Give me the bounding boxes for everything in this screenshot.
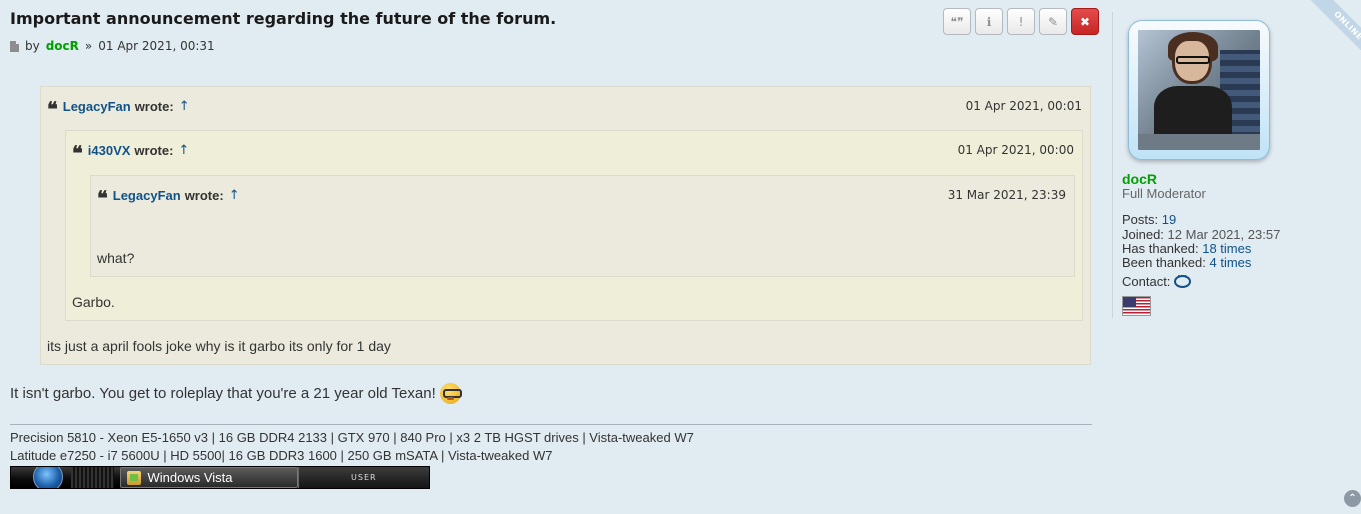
profile-name[interactable]: docR [1122,171,1157,187]
quote-header: ❝ LegacyFan wrote: ↑ 01 Apr 2021, 00:01 [47,97,1082,121]
meta-by: by [25,39,40,53]
been-thanked-label: Been thanked: [1122,255,1206,270]
post: Important announcement regarding the fut… [0,0,1361,514]
taskbar-user: USER [297,467,429,488]
quote-source-link[interactable]: ↑ [229,188,240,203]
post-author[interactable]: docR [46,39,79,53]
info-button[interactable]: ℹ [975,8,1003,35]
profile-contact: Contact: [1122,271,1192,289]
taskbar-label: Windows Vista [147,470,233,485]
quote-body: its just a april fools joke why is it ga… [47,338,391,354]
scroll-top-icon[interactable]: ⌃ [1344,490,1361,507]
nerd-face-icon [439,383,462,404]
edit-button[interactable]: ✎ [1039,8,1067,35]
online-status: ONLINE [1306,0,1361,62]
been-thanked-count[interactable]: 4 times [1209,255,1251,270]
message-text: It isn't garbo. You get to roleplay that… [10,385,436,402]
quote-mark-icon: ❝ [72,141,83,165]
contact-bubble-icon[interactable] [1174,271,1192,288]
quote-header: ❝ LegacyFan wrote: ↑ 31 Mar 2021, 23:39 [97,186,1066,210]
quote-author[interactable]: i430VX [88,143,131,158]
contact-label: Contact: [1122,274,1171,289]
signature-line-2: Latitude e7250 - i7 5600U | HD 5500| 16 … [10,448,553,463]
online-ribbon: ONLINE [1300,0,1361,62]
posts-count[interactable]: 19 [1162,212,1176,227]
quote-header: ❝ i430VX wrote: ↑ 01 Apr 2021, 00:00 [72,141,1074,165]
quote-body: Garbo. [72,294,115,310]
signature-taskbar-image: Windows Vista USER [10,466,430,489]
report-icon: ! [1018,14,1024,29]
quote-source-link[interactable]: ↑ [178,143,189,158]
quote-wrote: wrote: [134,98,174,114]
profile-rank: Full Moderator [1122,186,1206,201]
quote-wrote: wrote: [184,187,224,203]
post-actions: ❝❞ ℹ ! ✎ ✖ [943,8,1099,35]
profile-been-thanked: Been thanked: 4 times [1122,255,1251,270]
avatar[interactable] [1138,30,1260,150]
pencil-icon: ✎ [1047,14,1059,29]
profile-divider [1112,12,1113,318]
us-flag-icon [1122,296,1151,316]
quote-body: what? [97,250,135,266]
folder-icon [127,470,142,485]
signature-divider [10,424,1092,425]
close-icon: ✖ [1079,14,1091,29]
avatar-frame [1128,20,1270,160]
quote-button[interactable]: ❝❞ [943,8,971,35]
quote-source-link[interactable]: ↑ [179,99,190,114]
post-meta: by docR » 01 Apr 2021, 00:31 [10,39,215,53]
quote-icon: ❝❞ [950,14,964,29]
profile-joined: Joined: 12 Mar 2021, 23:57 [1122,227,1280,242]
quote-mark-icon: ❝ [97,186,108,210]
delete-button[interactable]: ✖ [1071,8,1099,35]
start-orb-icon [11,467,71,488]
has-thanked-label: Has thanked: [1122,241,1199,256]
quote-author[interactable]: LegacyFan [63,99,131,114]
quote-wrote: wrote: [134,142,174,158]
post-icon[interactable] [10,40,19,52]
taskbar-button: Windows Vista [120,467,298,488]
profile-has-thanked: Has thanked: 18 times [1122,241,1251,256]
report-button[interactable]: ! [1007,8,1035,35]
post-date: 01 Apr 2021, 00:31 [98,39,215,53]
post-title[interactable]: Important announcement regarding the fut… [10,9,556,28]
post-message: It isn't garbo. You get to roleplay that… [10,383,462,404]
info-icon: ℹ [986,14,992,29]
quote-inner: ❝ LegacyFan wrote: ↑ 31 Mar 2021, 23:39 … [90,175,1075,277]
quote-date: 31 Mar 2021, 23:39 [947,188,1066,202]
profile-posts: Posts: 19 [1122,212,1176,227]
joined-label: Joined: [1122,227,1164,242]
quote-date: 01 Apr 2021, 00:00 [957,143,1074,157]
joined-date: 12 Mar 2021, 23:57 [1167,227,1281,242]
taskbar-grip [70,467,115,488]
quote-mark-icon: ❝ [47,97,58,121]
quote-date: 01 Apr 2021, 00:01 [965,99,1082,113]
has-thanked-count[interactable]: 18 times [1202,241,1251,256]
signature-line-1: Precision 5810 - Xeon E5-1650 v3 | 16 GB… [10,430,694,445]
quote-author[interactable]: LegacyFan [113,188,181,203]
meta-sep: » [84,39,93,53]
posts-label: Posts: [1122,212,1159,227]
